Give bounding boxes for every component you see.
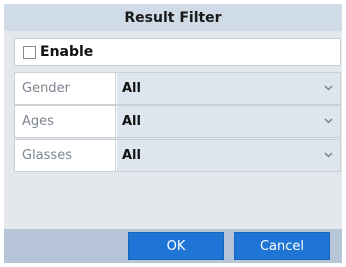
gender-select-value: All: [122, 81, 141, 96]
gender-label: Gender: [15, 73, 116, 104]
ages-select[interactable]: All: [117, 106, 340, 137]
result-filter-dialog: Result Filter Enable Gender All Ages All…: [0, 0, 346, 267]
glasses-select-value: All: [122, 148, 141, 163]
gender-select[interactable]: All: [117, 73, 340, 104]
ages-label: Ages: [15, 106, 116, 137]
glasses-select[interactable]: All: [117, 140, 340, 171]
ok-button[interactable]: OK: [128, 232, 224, 260]
dialog-title: Result Filter: [4, 4, 342, 31]
enable-checkbox-row[interactable]: Enable: [14, 38, 341, 66]
enable-checkbox[interactable]: [23, 45, 36, 59]
cancel-button[interactable]: Cancel: [234, 232, 330, 260]
chevron-down-icon: [324, 152, 333, 158]
ages-row: Ages All: [14, 105, 341, 138]
chevron-down-icon: [324, 118, 333, 124]
ages-select-value: All: [122, 114, 141, 129]
chevron-down-icon: [324, 85, 333, 91]
glasses-label: Glasses: [15, 140, 116, 171]
gender-row: Gender All: [14, 72, 341, 105]
glasses-row: Glasses All: [14, 139, 341, 172]
enable-label: Enable: [40, 44, 94, 60]
